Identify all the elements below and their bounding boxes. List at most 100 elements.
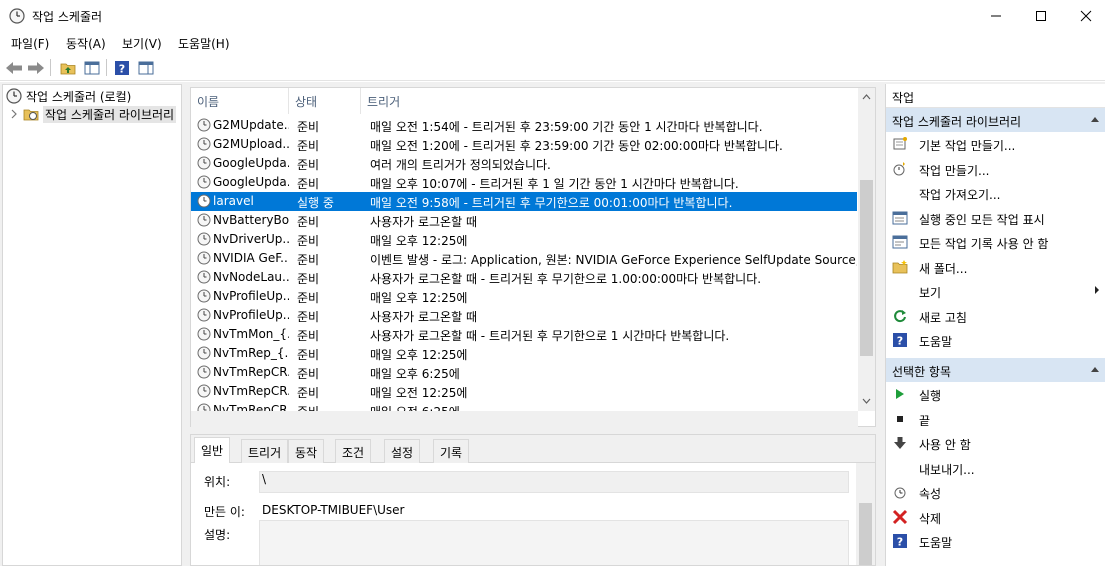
tab-conditions[interactable]: 조건 (335, 439, 372, 463)
forward-button[interactable] (26, 58, 46, 78)
tab-triggers[interactable]: 트리거 (241, 439, 289, 463)
library-action-item[interactable]: 기본 작업 만들기... (886, 132, 1105, 156)
selected-action-item[interactable]: 사용 안 함 (886, 431, 1105, 455)
library-action-item[interactable]: 보기 (886, 279, 1105, 303)
folder-clock-icon (23, 109, 39, 121)
clock-icon (197, 213, 211, 227)
library-action-item[interactable]: 작업 가져오기... (886, 181, 1105, 205)
clock-icon (6, 88, 22, 104)
task-list-horizontal-scrollbar[interactable] (191, 411, 858, 427)
up-folder-button[interactable] (58, 58, 78, 78)
table-row[interactable]: G2MUpdate... 준비 매일 오전 1:54에 - 트리거된 후 23:59… (191, 116, 857, 135)
column-header-status[interactable]: 상태 (289, 88, 361, 114)
description-field[interactable] (259, 520, 849, 565)
table-row[interactable]: NvNodeLau... 준비 사용자가 로그온할 때 - 트리거된 후 무기한으로… (191, 268, 857, 287)
table-row[interactable]: NvTmMon_{... 준비 사용자가 로그온할 때 - 트리거된 후 무기한으로… (191, 325, 857, 344)
action-label: 작업 만들기... (919, 163, 990, 178)
properties-icon (894, 487, 906, 499)
menu-action[interactable]: 동작(A) (66, 35, 106, 52)
tab-actions[interactable]: 동작 (288, 439, 325, 463)
scrollbar-thumb[interactable] (859, 503, 872, 565)
help-icon: ? (893, 534, 907, 549)
library-action-item[interactable]: 새 폴더... (886, 255, 1105, 279)
table-row[interactable]: NvTmRepCR... 준비 매일 오후 6:25에 (191, 363, 857, 382)
menu-file[interactable]: 파일(F) (11, 35, 49, 52)
task-trigger: 사용자가 로그온할 때 - 트리거된 후 무기한으로 1.00:00:00마다 … (370, 272, 762, 286)
selected-action-item[interactable]: ? 도움말 (886, 529, 1105, 553)
wizard-icon (893, 137, 907, 150)
library-action-item[interactable]: 실행 중인 모든 작업 표시 (886, 206, 1105, 230)
tab-history[interactable]: 기록 (433, 439, 470, 463)
table-row[interactable]: NvDriverUp... 준비 매일 오후 12:25에 (191, 230, 857, 249)
library-action-item[interactable]: 작업 만들기... (886, 157, 1105, 181)
task-status: 준비 (297, 234, 320, 248)
task-details-pane: 일반 트리거 동작 조건 설정 기록 위치: \ 만든 이: DESKTOP-T… (190, 434, 876, 566)
description-label: 설명: (204, 528, 231, 542)
task-status: 실행 중 (297, 196, 334, 210)
show-action-pane-button[interactable] (136, 58, 156, 78)
task-name: NvDriverUp... (213, 232, 289, 246)
collapse-up-icon (1091, 117, 1099, 122)
column-header-name[interactable]: 이름 (191, 88, 289, 114)
folder-up-icon (60, 63, 76, 75)
task-status: 준비 (297, 403, 357, 411)
table-row[interactable]: GoogleUpda... 준비 매일 오후 10:07에 - 트리거된 후 1 일… (191, 173, 857, 192)
section-header-library[interactable]: 작업 스케줄러 라이브러리 (886, 108, 1105, 132)
back-button[interactable] (4, 58, 24, 78)
location-field (259, 471, 849, 493)
selected-action-item[interactable]: 속성 (886, 480, 1105, 504)
help-button[interactable]: ? (112, 58, 132, 78)
task-name: laravel (213, 194, 254, 208)
toolbar-separator (106, 59, 107, 76)
column-header-trigger[interactable]: 트리거 (361, 88, 857, 114)
tree-item-library[interactable]: 작업 스케줄러 라이브러리 (9, 105, 177, 123)
selected-action-item[interactable]: 내보내기... (886, 456, 1105, 480)
minimize-button[interactable] (973, 0, 1019, 32)
table-row[interactable]: NVIDIA GeF... 준비 이벤트 발생 - 로그: Application,… (191, 249, 857, 268)
task-status: 준비 (297, 177, 320, 191)
selected-action-item[interactable]: 삭제 (886, 505, 1105, 529)
task-status: 준비 (297, 386, 320, 400)
table-row[interactable]: NvTmRep_{... 준비 매일 오후 12:25에 (191, 344, 857, 363)
tree-item-local[interactable]: 작업 스케줄러 (로컬) (6, 87, 131, 105)
task-name: NvTmRepCR... (213, 384, 289, 398)
task-trigger: 사용자가 로그온할 때 (370, 215, 477, 229)
table-row[interactable]: GoogleUpda... 준비 여러 개의 트리거가 정의되었습니다. (191, 154, 857, 173)
arrow-left-icon (6, 62, 22, 74)
library-action-item[interactable]: ? 도움말 (886, 328, 1105, 352)
column-header-label: 트리거 (367, 94, 401, 109)
console-tree-icon (84, 61, 100, 75)
clock-icon (197, 289, 211, 303)
close-button[interactable] (1063, 0, 1105, 32)
table-row[interactable]: NvTmRepCR... 준비 매일 오전 6:25에 (191, 401, 857, 411)
section-header-selected[interactable]: 선택한 항목 (886, 358, 1105, 382)
table-row[interactable]: NvProfileUp... 준비 매일 오후 12:25에 (191, 287, 857, 306)
table-row[interactable]: NvTmRepCR... 준비 매일 오전 12:25에 (191, 382, 857, 401)
task-trigger: 매일 오전 9:58에 - 트리거된 후 무기한으로 00:01:00마다 반복… (370, 196, 733, 210)
selected-action-item[interactable]: 실행 (886, 382, 1105, 406)
action-label: 작업 가져오기... (919, 188, 1001, 202)
menu-help[interactable]: 도움말(H) (178, 35, 230, 52)
show-hide-tree-button[interactable] (82, 58, 102, 78)
clock-icon (197, 270, 211, 284)
table-row[interactable]: NvProfileUp... 준비 사용자가 로그온할 때 (191, 306, 857, 325)
table-row[interactable]: NvBatteryBo... 준비 사용자가 로그온할 때 (191, 211, 857, 230)
table-row[interactable]: G2MUpload... 준비 매일 오전 1:20에 - 트리거된 후 23:59… (191, 135, 857, 154)
scrollbar-thumb[interactable] (860, 180, 873, 356)
title-bar: 작업 스케줄러 (0, 0, 1105, 32)
action-label: 실행 (919, 389, 942, 403)
menu-view[interactable]: 보기(V) (122, 35, 162, 52)
library-action-item[interactable]: 새로 고침 (886, 304, 1105, 328)
tab-general[interactable]: 일반 (194, 437, 231, 463)
task-status: 준비 (297, 120, 320, 134)
maximize-button[interactable] (1018, 0, 1064, 32)
task-list-vertical-scrollbar[interactable] (858, 88, 875, 411)
table-row[interactable]: laravel 실행 중 매일 오전 9:58에 - 트리거된 후 무기한으로 00… (191, 192, 857, 211)
library-action-item[interactable]: 모든 작업 기록 사용 안 함 (886, 230, 1105, 254)
task-name: NvBatteryBo... (213, 213, 289, 227)
tab-settings[interactable]: 설정 (384, 439, 421, 463)
selected-action-item[interactable]: 끝 (886, 407, 1105, 431)
task-trigger: 매일 오전 6:25에 (370, 403, 857, 411)
details-scrollbar[interactable] (856, 463, 875, 565)
action-label: 보기 (919, 286, 942, 300)
